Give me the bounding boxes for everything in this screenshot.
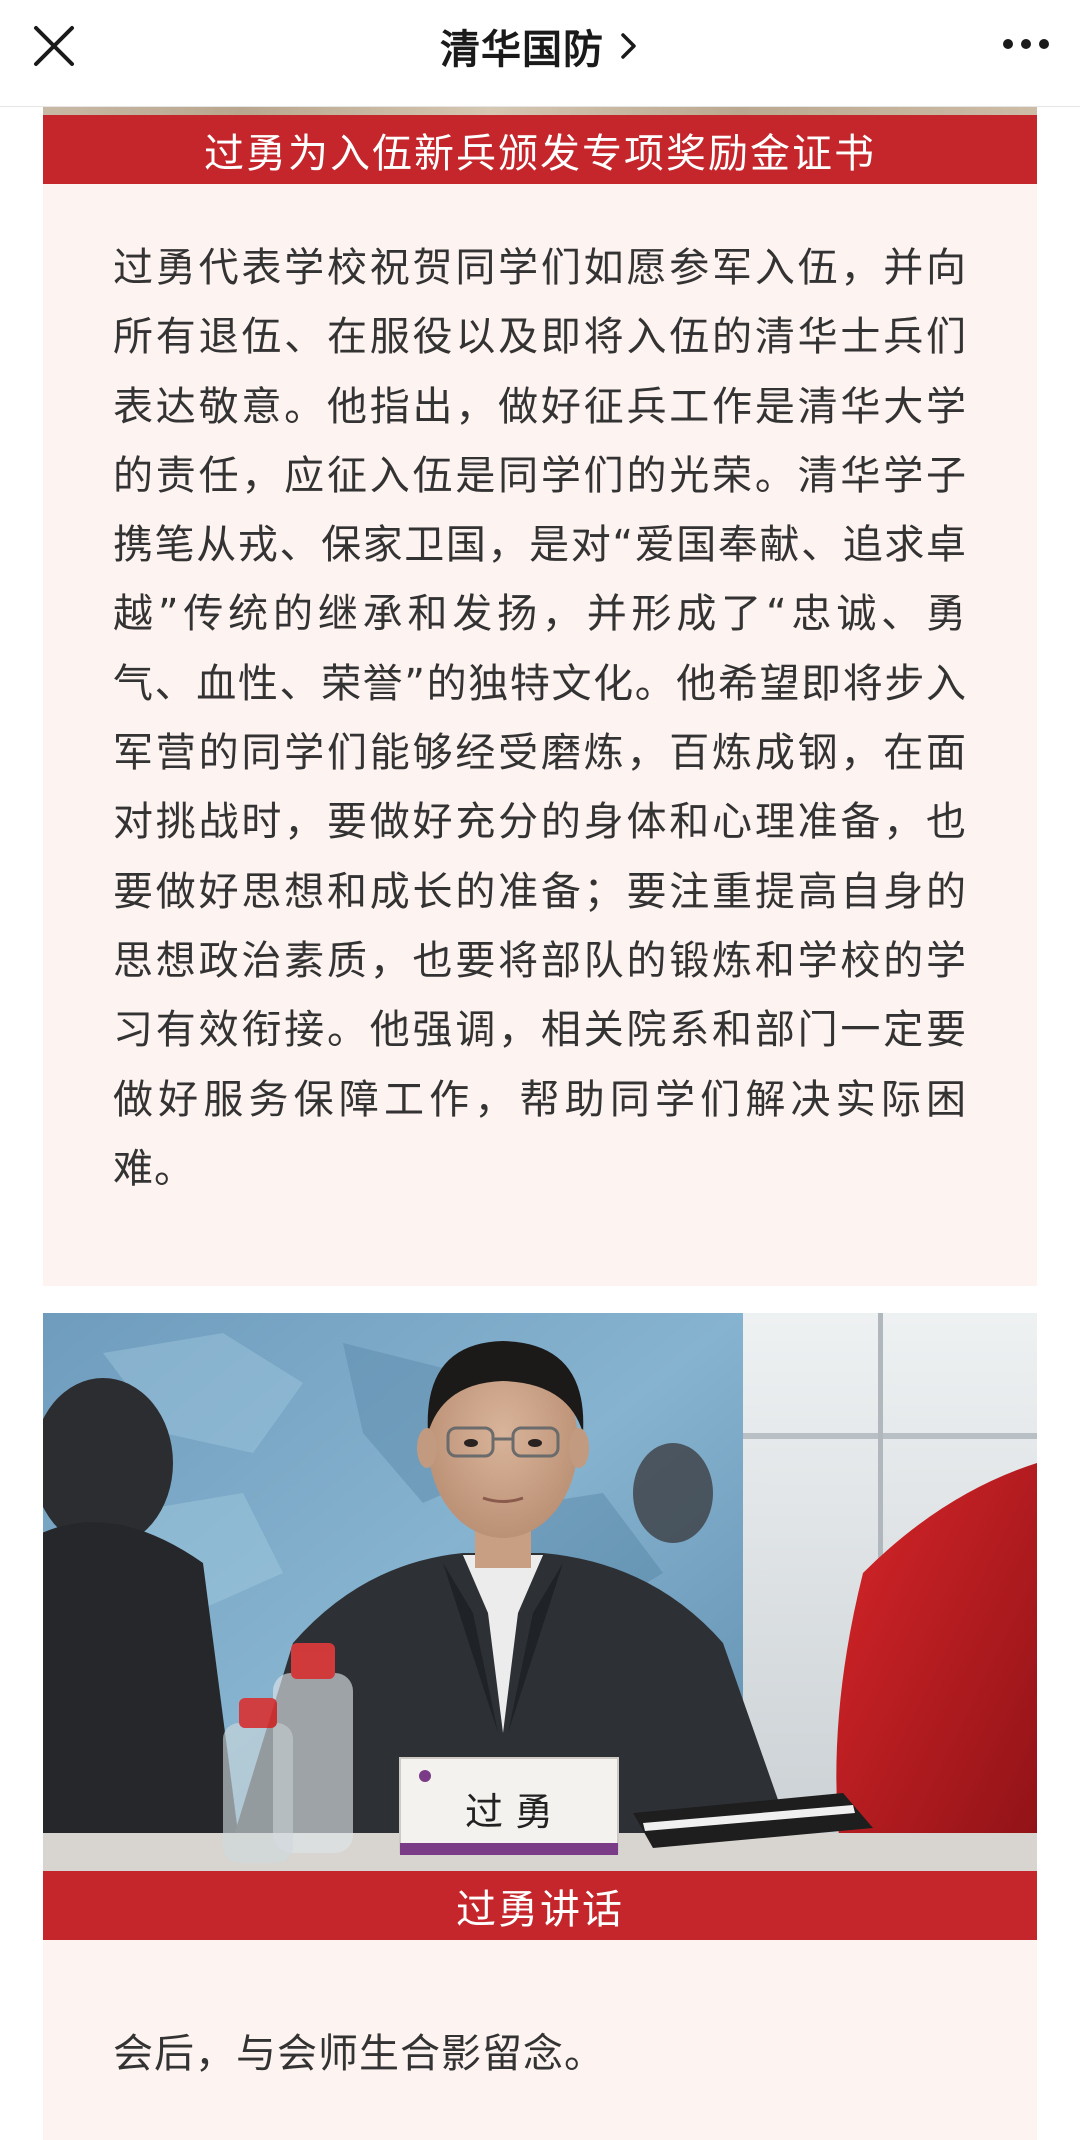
photo-caption-banner: 过勇讲话 <box>43 1871 1037 1940</box>
text-box: 过勇代表学校祝贺同学们如愿参军入伍，并向所有退伍、在服役以及即将入伍的清华士兵们… <box>43 184 1037 1286</box>
article-paragraph: 会后，与会师生合影留念。 <box>113 2031 605 2077</box>
more-dots-icon[interactable] <box>998 26 1054 62</box>
speaker-photo[interactable]: 过 勇 <box>43 1313 1037 1871</box>
photo-caption-banner: 过勇为入伍新兵颁发专项奖励金证书 <box>43 115 1037 184</box>
article-body: 过勇为入伍新兵颁发专项奖励金证书 过勇代表学校祝贺同学们如愿参军入伍，并向所有退… <box>43 107 1037 2140</box>
caption-text: 过勇讲话 <box>456 1886 624 1933</box>
top-navigation-bar: 清华国防 <box>0 0 1080 107</box>
nameplate-text: 过 勇 <box>465 1790 553 1834</box>
chevron-right-icon <box>621 33 636 59</box>
spacer <box>43 1286 1037 1313</box>
caption-text: 过勇为入伍新兵颁发专项奖励金证书 <box>204 130 876 177</box>
account-title: 清华国防 <box>440 27 604 73</box>
previous-photo-edge <box>43 107 1037 115</box>
text-box: 会后，与会师生合影留念。 <box>43 1940 1037 2140</box>
article-paragraph: 过勇代表学校祝贺同学们如愿参军入伍，并向所有退伍、在服役以及即将入伍的清华士兵们… <box>113 245 967 1192</box>
account-title-link[interactable]: 清华国防 <box>0 14 1080 78</box>
